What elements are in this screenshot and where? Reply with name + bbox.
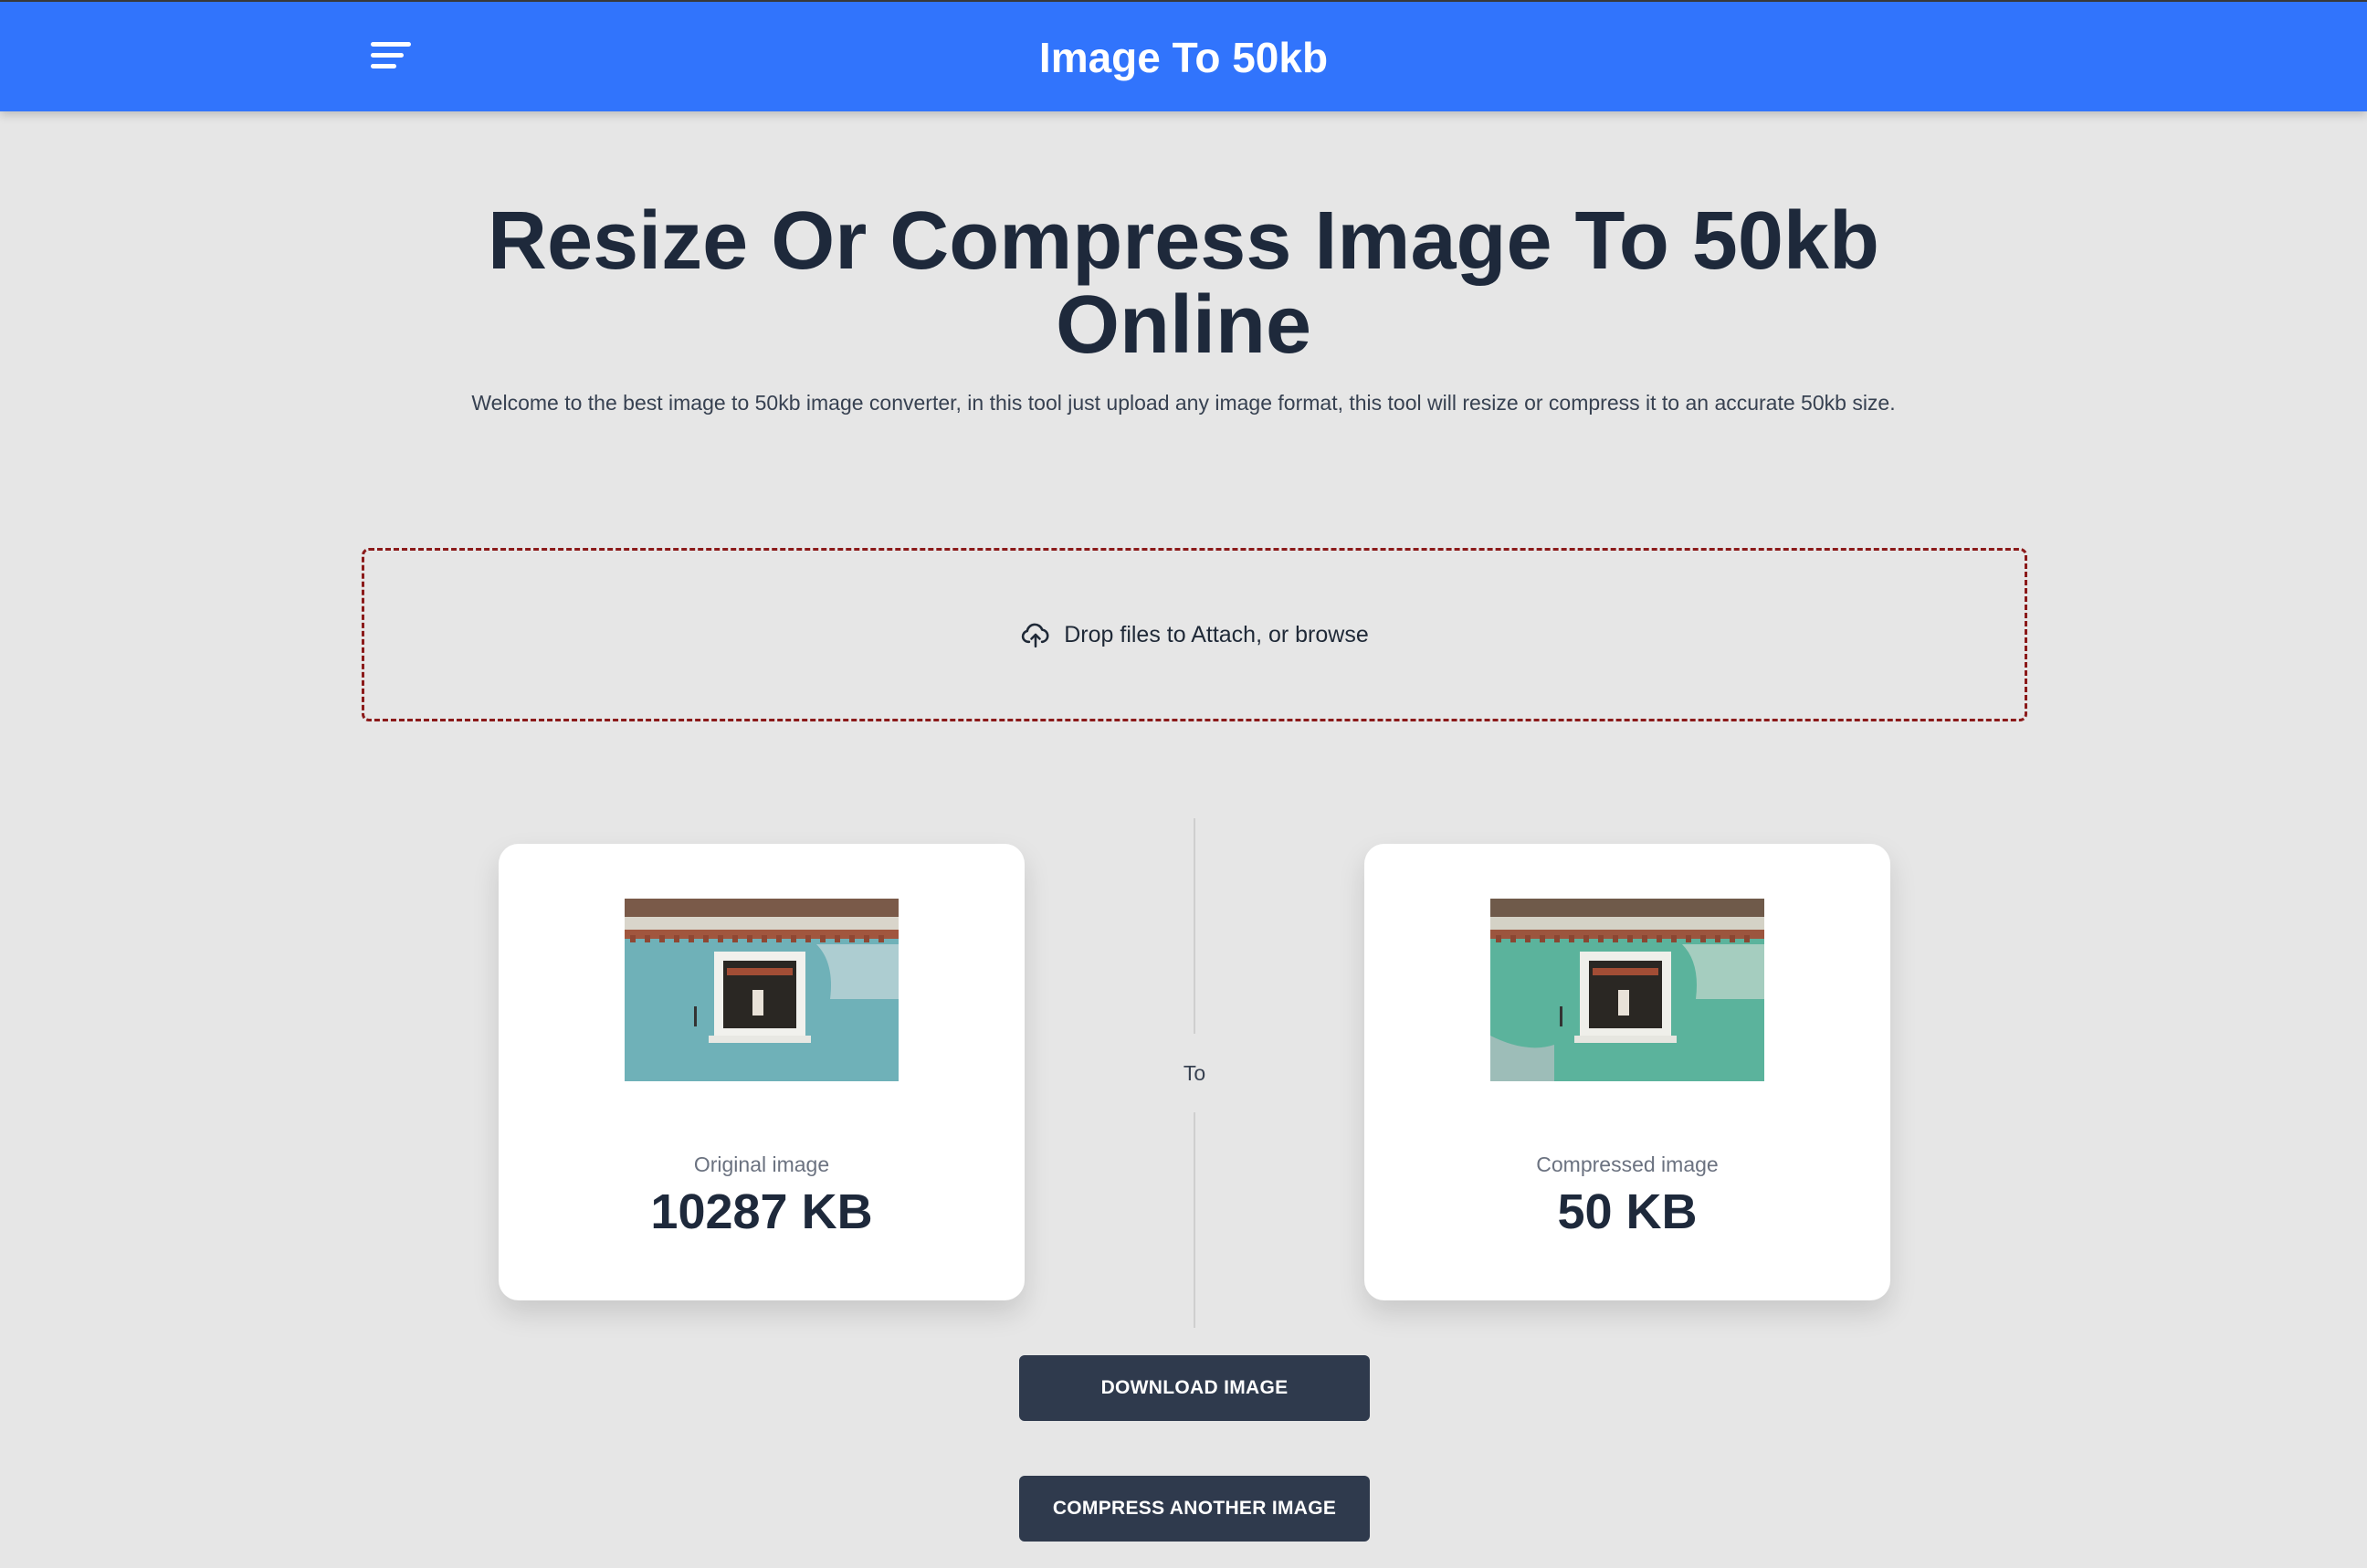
file-dropzone[interactable]: Drop files to Attach, or browse (362, 548, 2027, 721)
original-image-label: Original image (693, 1152, 830, 1176)
compressed-image-card: Compressed image 50 KB (1364, 844, 1890, 1300)
original-image-card: Original image 10287 KB (499, 844, 1025, 1300)
original-image-thumbnail[interactable] (625, 899, 899, 1081)
original-image-size: 10287 KB (650, 1184, 873, 1239)
download-image-button[interactable]: DOWNLOAD IMAGE (1019, 1355, 1370, 1421)
compressed-image-size: 50 KB (1557, 1184, 1698, 1239)
page-title: Resize Or Compress Image To 50kb Online (365, 199, 2002, 367)
site-title[interactable]: Image To 50kb (0, 33, 2367, 82)
compressed-image-thumbnail[interactable] (1490, 899, 1764, 1081)
page-title-line2: Online (1055, 279, 1312, 371)
compressed-image-label: Compressed image (1536, 1152, 1719, 1176)
dropzone-text: Drop files to Attach, or browse (1064, 621, 1369, 647)
cloud-upload-icon (1022, 623, 1049, 648)
divider-line-top (1194, 818, 1195, 1034)
page-title-line1: Resize Or Compress Image To 50kb (488, 195, 1879, 287)
page-description: Welcome to the best image to 50kb image … (471, 391, 1896, 415)
to-separator: To (1183, 1061, 1206, 1085)
compress-another-image-button[interactable]: COMPRESS ANOTHER IMAGE (1019, 1476, 1370, 1542)
app-header: Image To 50kb (0, 2, 2367, 111)
divider-line-bottom (1194, 1112, 1195, 1328)
